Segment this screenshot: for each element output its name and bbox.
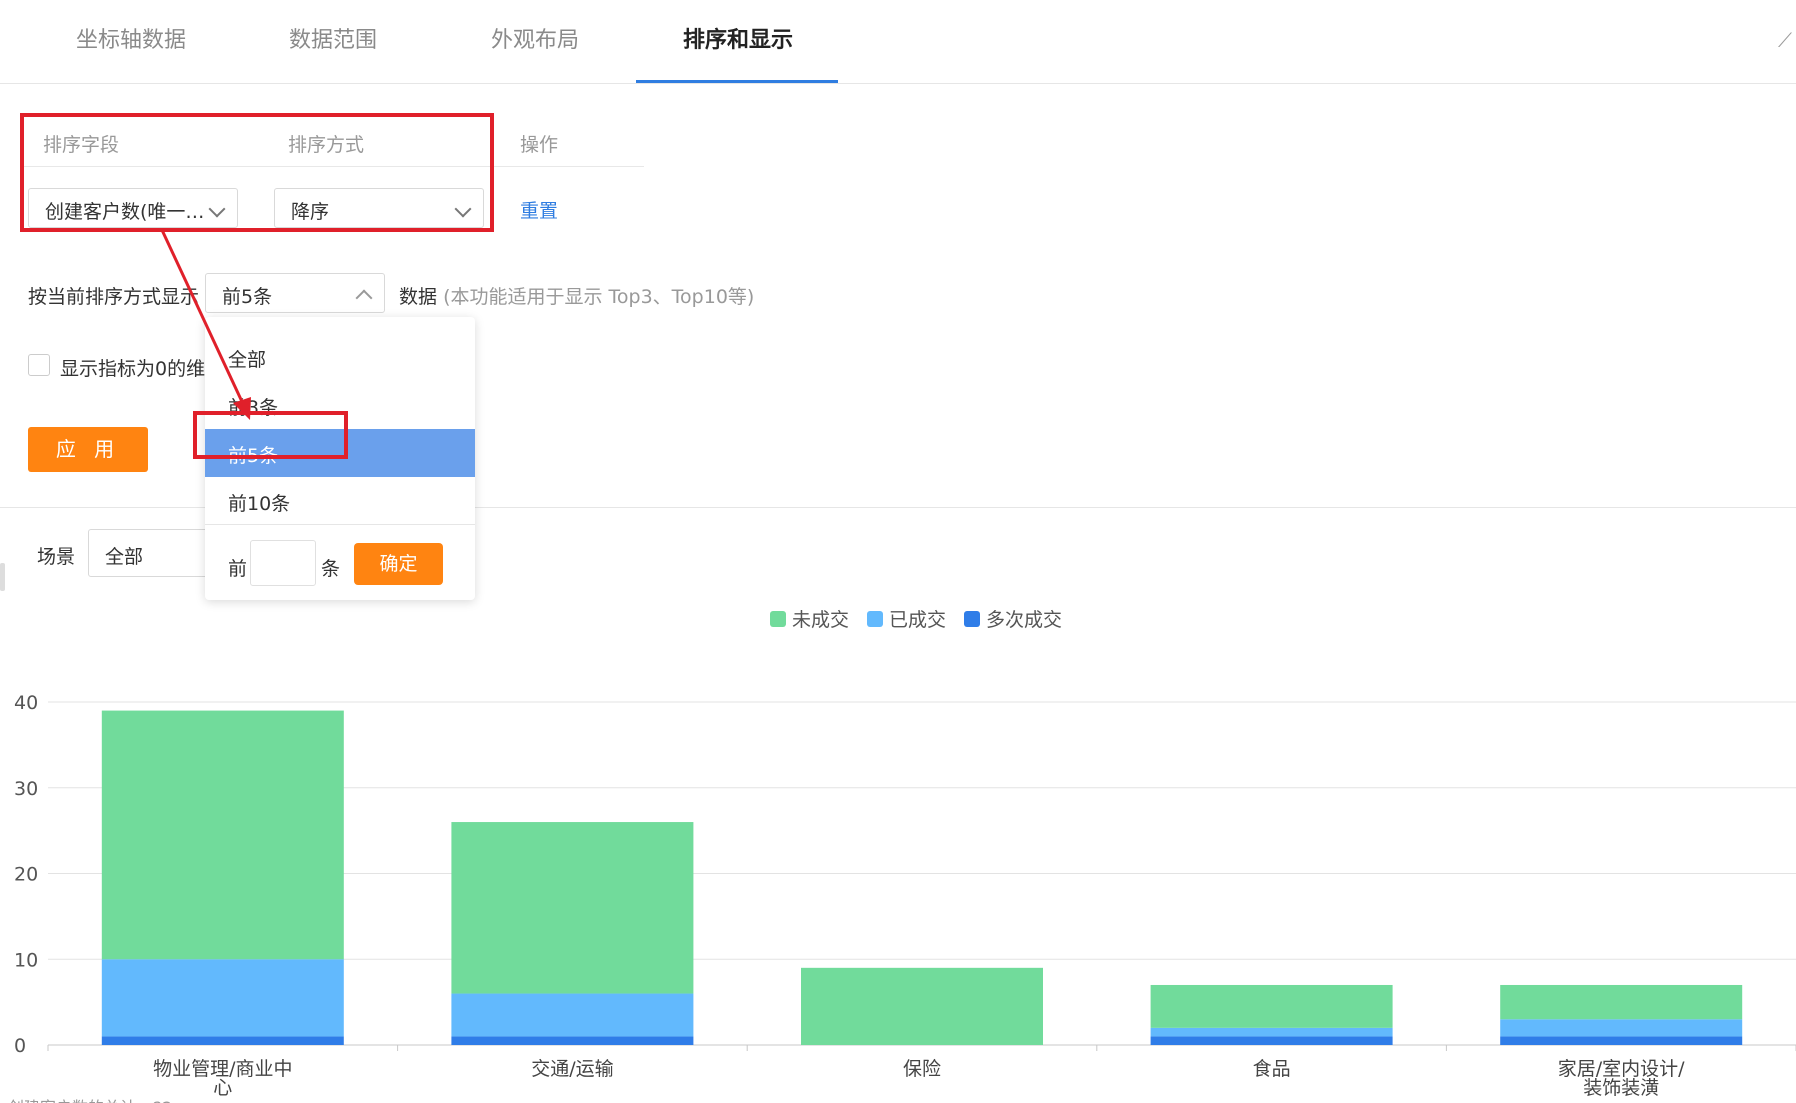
bar-segment xyxy=(1500,1036,1743,1045)
chart-legend: 未成交 已成交 多次成交 xyxy=(770,605,1062,632)
bar-segment xyxy=(451,822,694,994)
bar-segment xyxy=(1500,1019,1743,1037)
y-tick-label: 20 xyxy=(14,864,38,886)
bar-segment xyxy=(101,710,344,960)
legend-label: 已成交 xyxy=(889,609,947,631)
legend-swatch xyxy=(770,610,786,627)
legend-swatch xyxy=(867,610,884,627)
bar-segment xyxy=(101,959,344,1037)
y-tick-label: 0 xyxy=(14,1035,26,1057)
bar-segment xyxy=(801,967,1043,1045)
legend-label: 多次成交 xyxy=(986,609,1063,631)
bar-segment xyxy=(1150,1027,1393,1037)
x-tick-label: 交通/运输 xyxy=(531,1058,613,1080)
legend-label: 未成交 xyxy=(792,609,850,631)
legend-item-not-closed[interactable]: 未成交 xyxy=(770,605,849,632)
annotation-arrow-head xyxy=(233,397,251,420)
x-tick-label: 保险 xyxy=(903,1058,941,1080)
legend-item-multi-closed[interactable]: 多次成交 xyxy=(964,605,1062,632)
x-tick-label: 食品 xyxy=(1253,1058,1291,1080)
bar-segment xyxy=(1150,1036,1393,1045)
y-tick-label: 30 xyxy=(14,778,38,800)
legend-item-closed[interactable]: 已成交 xyxy=(867,605,946,632)
bar-segment xyxy=(451,993,694,1037)
x-tick-label: 心 xyxy=(213,1077,232,1099)
x-tick-label: 装饰装潢 xyxy=(1583,1077,1659,1099)
legend-swatch xyxy=(964,610,981,627)
bar-segment xyxy=(451,1036,694,1045)
annotation-arrow-line xyxy=(160,229,246,407)
bar-segment xyxy=(1150,984,1393,1028)
bar-segment xyxy=(1500,984,1743,1020)
y-tick-label: 40 xyxy=(14,692,38,714)
chart-settings-page: 坐标轴数据 数据范围 外观布局 排序和显示 ⟋ 排序字段 排序方式 操作 创建客… xyxy=(0,0,1796,1103)
total-note: 创建客户数的总计：82 xyxy=(8,1094,172,1103)
stacked-bar-chart: 010203040物业管理/商业中心交通/运输 保险 食品 家居/室内设计/装饰装潢 xyxy=(14,692,1796,1099)
bar-segment xyxy=(101,1036,344,1045)
y-tick-label: 10 xyxy=(14,949,38,971)
